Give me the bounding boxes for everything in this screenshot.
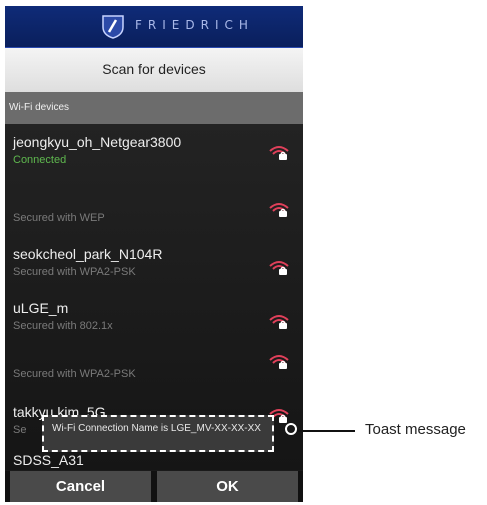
wifi-locked-icon xyxy=(269,203,289,217)
network-ssid: uLGE_m xyxy=(13,300,69,316)
toast-message: Wi-Fi Connection Name is LGE_MV-XX-XX-XX xyxy=(42,415,274,452)
network-status: Secured with WPA2-PSK xyxy=(13,368,136,380)
network-item[interactable]: jeongkyu_oh_Netgear3800 Connected xyxy=(5,124,303,178)
brand-bar: FRIEDRICH xyxy=(5,6,303,48)
network-ssid: jeongkyu_oh_Netgear3800 xyxy=(13,134,182,150)
friedrich-logo-icon xyxy=(102,15,124,39)
network-status: Secured with 802.1x xyxy=(13,320,113,332)
cancel-button[interactable]: Cancel xyxy=(10,471,151,502)
network-ssid: SDSS_A31 xyxy=(13,452,84,468)
title-bar: Scan for devices xyxy=(5,48,303,92)
annotation-label: Toast message xyxy=(365,421,466,438)
wifi-locked-icon xyxy=(269,146,289,160)
ok-button[interactable]: OK xyxy=(157,471,298,502)
page-title: Scan for devices xyxy=(102,61,206,77)
network-status: Secured with WEP xyxy=(13,212,105,224)
annotation-anchor xyxy=(285,423,297,435)
brand-name: FRIEDRICH xyxy=(135,18,254,32)
wifi-locked-icon xyxy=(269,261,289,275)
annotation-line xyxy=(297,430,355,432)
network-status: Secured with WPA2-PSK xyxy=(13,266,136,278)
wifi-locked-icon xyxy=(269,355,289,369)
section-label: Wi-Fi devices xyxy=(9,102,70,113)
button-bar: Cancel OK xyxy=(5,471,303,502)
section-header: Wi-Fi devices xyxy=(5,92,303,124)
network-status: Connected xyxy=(13,154,67,166)
network-item[interactable]: seokcheol_park_N104R Secured with WPA2-P… xyxy=(5,236,303,290)
wifi-locked-icon xyxy=(269,315,289,329)
network-item[interactable]: uLGE_m Secured with 802.1x xyxy=(5,290,303,344)
phone-screen: FRIEDRICH Scan for devices Wi-Fi devices… xyxy=(5,6,303,502)
network-status: Se xyxy=(13,424,27,436)
network-ssid: seokcheol_park_N104R xyxy=(13,246,163,262)
network-item[interactable]: Secured with WPA2-PSK xyxy=(5,346,303,400)
network-item[interactable]: Secured with WEP xyxy=(5,180,303,234)
